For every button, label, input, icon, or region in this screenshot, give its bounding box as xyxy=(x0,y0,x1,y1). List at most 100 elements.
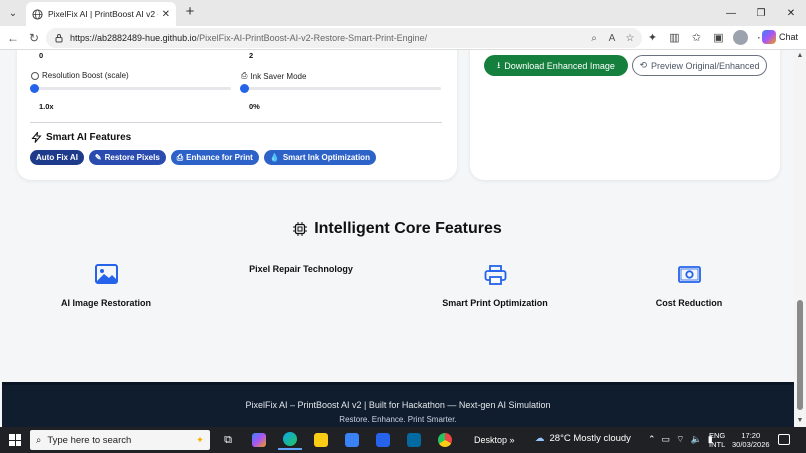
toggle-icon: ⟲ xyxy=(639,60,647,70)
ink-saver-label-text: Ink Saver Mode xyxy=(250,71,307,81)
network-icon[interactable]: ⌔ xyxy=(676,434,684,445)
feature-pixel-repair: Pixel Repair Technology xyxy=(249,264,353,274)
page-scrollbar[interactable]: ▲ ▼ xyxy=(794,50,806,427)
wand-icon: ✎ xyxy=(94,153,102,162)
favorite-star-icon[interactable]: ☆ xyxy=(624,31,636,45)
chip-label: Restore Pixels xyxy=(104,153,160,162)
globe-icon xyxy=(32,8,43,20)
scroll-thumb[interactable] xyxy=(797,300,803,410)
task-view-icon[interactable]: ⧉ xyxy=(216,430,240,450)
system-tray: ⌃ ▭ ⌔ 🔈 ▮ xyxy=(648,434,713,445)
browser-tabbar: ⌄ PixelFix AI | PrintBoost AI v2 – Rest … xyxy=(0,0,806,26)
minimize-icon[interactable]: — xyxy=(716,0,746,26)
scroll-down-icon[interactable]: ▼ xyxy=(796,417,804,425)
store-app-icon[interactable] xyxy=(340,430,364,450)
word-app-icon[interactable] xyxy=(371,430,395,450)
collections-icon[interactable]: ▣ xyxy=(711,30,726,45)
money-icon xyxy=(678,266,701,283)
desktop-toolbar[interactable]: Desktop » xyxy=(474,435,515,445)
extensions-icon[interactable]: ✦ xyxy=(645,30,660,45)
clock-date: 30/03/2026 xyxy=(732,440,770,449)
language-indicator[interactable]: ENG INTL xyxy=(709,431,725,449)
cloud-icon: ☁ xyxy=(535,433,545,444)
sparkle-icon: ✦ xyxy=(196,434,204,446)
edge-app-icon[interactable] xyxy=(278,430,302,450)
close-tab-icon[interactable]: ✕ xyxy=(162,9,170,20)
download-button[interactable]: ⭳ Download Enhanced Image xyxy=(484,55,628,76)
read-aloud-icon[interactable]: A xyxy=(606,31,618,45)
smart-ink-button[interactable]: 💧 Smart Ink Optimization xyxy=(263,150,376,165)
url-path: /PixelFix-AI-PrintBoost-AI-v2-Restore-Sm… xyxy=(196,33,428,43)
resolution-icon xyxy=(31,71,39,80)
download-icon: ⭳ xyxy=(497,59,501,70)
close-window-icon[interactable]: ✕ xyxy=(776,0,806,26)
print-icon: ⎙ xyxy=(241,71,248,80)
outlook-app-icon[interactable] xyxy=(402,430,426,450)
profile-avatar[interactable] xyxy=(733,30,748,45)
slider-value-top-right: 2 xyxy=(249,51,254,60)
tab-actions-icon[interactable]: ⌄ xyxy=(4,4,22,22)
enhance-print-button[interactable]: ⎙ Enhance for Print xyxy=(170,150,259,165)
resolution-label-text: Resolution Boost (scale) xyxy=(42,71,129,80)
refresh-icon[interactable]: ↻ xyxy=(26,30,42,46)
features-title: Intelligent Core Features xyxy=(314,220,502,237)
back-icon[interactable]: ← xyxy=(5,30,21,46)
smart-ai-chips: Auto Fix AI ✎ Restore Pixels ⎙ Enhance for… xyxy=(30,150,376,165)
meet-icon[interactable]: ▭ xyxy=(662,434,671,445)
taskbar-clock[interactable]: 17:20 30/03/2026 xyxy=(732,431,770,449)
tab-title: PixelFix AI | PrintBoost AI v2 – Rest xyxy=(48,9,158,19)
url-input[interactable]: https://ab2882489-hue.github.io /PixelFi… xyxy=(46,28,642,48)
ink-saver-slider-track[interactable] xyxy=(241,87,441,90)
search-placeholder: Type here to search xyxy=(47,434,132,446)
resolution-slider-track[interactable] xyxy=(31,87,231,90)
url-host: https://ab2882489-hue.github.io xyxy=(70,33,197,43)
weather-widget[interactable]: ☁ 28°C Mostly cloudy xyxy=(535,433,631,444)
url-actions: ⌕ A ☆ xyxy=(588,31,636,45)
print-icon: ⎙ xyxy=(176,152,184,162)
lightning-icon xyxy=(31,132,42,143)
split-screen-icon[interactable]: ▥ xyxy=(667,30,682,45)
ink-saver-slider-knob[interactable] xyxy=(240,84,249,93)
footer-credits: PixelFix AI – PrintBoost AI v2 | Built f… xyxy=(245,400,551,410)
page-viewport: 0 2 Resolution Boost (scale) 1.0x ⎙ Ink … xyxy=(0,50,794,427)
ink-saver-value: 0% xyxy=(249,102,260,111)
page-footer: PixelFix AI – PrintBoost AI v2 | Built f… xyxy=(2,382,794,427)
lang-code: ENG xyxy=(709,431,726,440)
zoom-icon[interactable]: ⌕ xyxy=(588,31,600,45)
preview-label: Preview Original/Enhanced xyxy=(650,60,760,71)
restore-pixels-button[interactable]: ✎ Restore Pixels xyxy=(88,150,166,165)
preview-button[interactable]: ⟲ Preview Original/Enhanced xyxy=(632,55,767,76)
copilot-icon xyxy=(762,30,776,44)
footer-tagline: Restore. Enhance. Print Smarter. xyxy=(339,415,457,424)
volume-icon[interactable]: 🔈 xyxy=(691,434,702,445)
search-icon: ⌕ xyxy=(36,434,42,446)
droplet-icon: 💧 xyxy=(269,153,280,162)
windows-start-icon[interactable] xyxy=(9,434,21,446)
chrome-app-icon[interactable] xyxy=(433,430,457,450)
new-tab-button[interactable]: + xyxy=(182,4,198,20)
copilot-button[interactable]: Chat xyxy=(762,30,798,44)
favorites-icon[interactable]: ✩ xyxy=(689,30,704,45)
notification-icon[interactable] xyxy=(778,434,790,445)
chip-label: Enhance for Print xyxy=(186,153,253,162)
resolution-slider-knob[interactable] xyxy=(30,84,39,93)
lock-icon xyxy=(55,34,63,43)
browser-tab[interactable]: PixelFix AI | PrintBoost AI v2 – Rest ✕ xyxy=(26,2,176,26)
file-explorer-icon[interactable] xyxy=(309,430,333,450)
copilot-app-icon[interactable] xyxy=(247,430,271,450)
window-controls: — ❐ ✕ xyxy=(716,0,806,26)
resolution-label: Resolution Boost (scale) xyxy=(31,71,129,80)
chevron-up-icon[interactable]: ⌃ xyxy=(648,434,656,445)
cpu-icon xyxy=(293,222,308,236)
scroll-up-icon[interactable]: ▲ xyxy=(796,52,804,60)
auto-fix-button[interactable]: Auto Fix AI xyxy=(30,150,84,165)
restore-icon[interactable]: ❐ xyxy=(746,0,776,26)
address-bar-row: ← ↻ https://ab2882489-hue.github.io /Pix… xyxy=(0,26,806,50)
chevron-right-icon: » xyxy=(509,435,515,445)
slider-value-top-left: 0 xyxy=(39,51,44,60)
chip-label: Auto Fix AI xyxy=(36,153,78,162)
features-heading: Intelligent Core Features xyxy=(0,220,794,238)
taskbar-apps: ⧉ xyxy=(216,430,457,450)
taskbar-search[interactable]: ⌕ Type here to search ✦ xyxy=(30,430,210,450)
feature-cost-reduction: Cost Reduction xyxy=(655,298,723,308)
